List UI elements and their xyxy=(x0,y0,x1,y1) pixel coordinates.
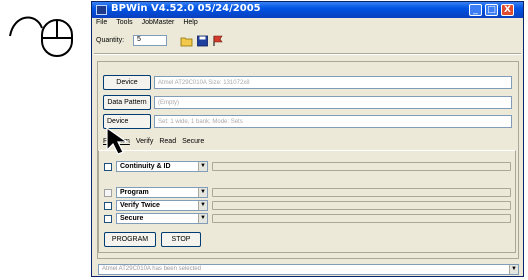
data-pattern-info: (Empty) xyxy=(154,96,512,109)
secure-select-label: Secure xyxy=(120,215,144,222)
mouse-icon xyxy=(9,16,73,57)
main-panel: Device Atmel AT29C010A Size: 131072x8 Da… xyxy=(97,61,519,259)
open-folder-icon[interactable] xyxy=(180,35,193,47)
stop-button[interactable]: STOP xyxy=(161,232,201,247)
menu-tools[interactable]: Tools xyxy=(116,19,132,30)
tab-secure[interactable]: Secure xyxy=(182,138,204,145)
program-select[interactable]: Program ▼ xyxy=(116,187,208,198)
program-progress xyxy=(212,188,511,197)
continuity-select-label: Continuity & ID xyxy=(120,163,171,170)
data-pattern-button-label: Data Pattern xyxy=(107,99,147,106)
data-pattern-button[interactable]: Data Pattern xyxy=(103,95,151,110)
status-text: Atmel AT29C010A has been selected xyxy=(102,266,201,272)
verify-checkbox[interactable] xyxy=(104,202,112,210)
window-title: BPWin V4.52.0 05/24/2005 xyxy=(111,3,261,14)
continuity-progress xyxy=(212,162,511,171)
continuity-select[interactable]: Continuity & ID ▼ xyxy=(116,161,208,172)
program-select-label: Program xyxy=(120,189,149,196)
chevron-down-icon: ▼ xyxy=(198,201,207,210)
app-icon xyxy=(96,5,107,15)
device-button[interactable]: Device xyxy=(103,75,151,90)
chevron-down-icon: ▼ xyxy=(198,162,207,171)
verify-progress xyxy=(212,201,511,210)
program-button-label: PROGRAM xyxy=(111,236,149,243)
program-button[interactable]: PROGRAM xyxy=(104,232,156,247)
tab-verify[interactable]: Verify xyxy=(136,138,154,145)
device-button-label: Device xyxy=(116,79,138,86)
toolbar-separator xyxy=(94,53,521,55)
menu-bar: File Tools JobMaster Help xyxy=(94,19,198,30)
program-tab-pane: Continuity & ID ▼ Program ▼ Verify Twice… xyxy=(98,150,516,253)
device-settings-info: Set: 1 wide, 1 bank; Mode: Sets xyxy=(154,115,512,128)
secure-progress xyxy=(212,214,511,223)
secure-checkbox[interactable] xyxy=(104,215,112,223)
minimize-button[interactable]: _ xyxy=(469,4,482,16)
verify-select-label: Verify Twice xyxy=(120,202,160,209)
tab-read[interactable]: Read xyxy=(159,138,176,145)
chevron-down-icon: ▼ xyxy=(198,214,207,223)
quantity-input[interactable]: 5 xyxy=(133,35,167,46)
maximize-button[interactable]: □ xyxy=(485,4,498,16)
title-bar[interactable]: BPWin V4.52.0 05/24/2005 _ □ X xyxy=(92,2,523,18)
quantity-label: Quantity: xyxy=(96,37,125,44)
toolbar: Quantity: 5 xyxy=(94,32,523,52)
program-checkbox[interactable] xyxy=(104,189,112,197)
verify-select[interactable]: Verify Twice ▼ xyxy=(116,200,208,211)
chevron-down-icon: ▼ xyxy=(198,188,207,197)
chevron-down-icon[interactable]: ▼ xyxy=(509,265,518,274)
secure-select[interactable]: Secure ▼ xyxy=(116,213,208,224)
app-window: BPWin V4.52.0 05/24/2005 _ □ X File Tool… xyxy=(91,1,524,277)
flag-icon[interactable] xyxy=(212,35,225,47)
mouse-pointer-icon xyxy=(106,126,129,155)
status-bar[interactable]: Atmel AT29C010A has been selected ▼ xyxy=(98,264,519,275)
stop-button-label: STOP xyxy=(171,236,191,243)
save-disk-icon[interactable] xyxy=(196,35,209,47)
menu-jobmaster[interactable]: JobMaster xyxy=(142,19,175,30)
device-info: Atmel AT29C010A Size: 131072x8 xyxy=(154,76,512,89)
menu-file[interactable]: File xyxy=(96,19,107,30)
continuity-checkbox[interactable] xyxy=(104,163,112,171)
close-button[interactable]: X xyxy=(501,4,514,16)
device-settings-button-label: Device xyxy=(107,118,129,125)
menu-help[interactable]: Help xyxy=(183,19,197,30)
